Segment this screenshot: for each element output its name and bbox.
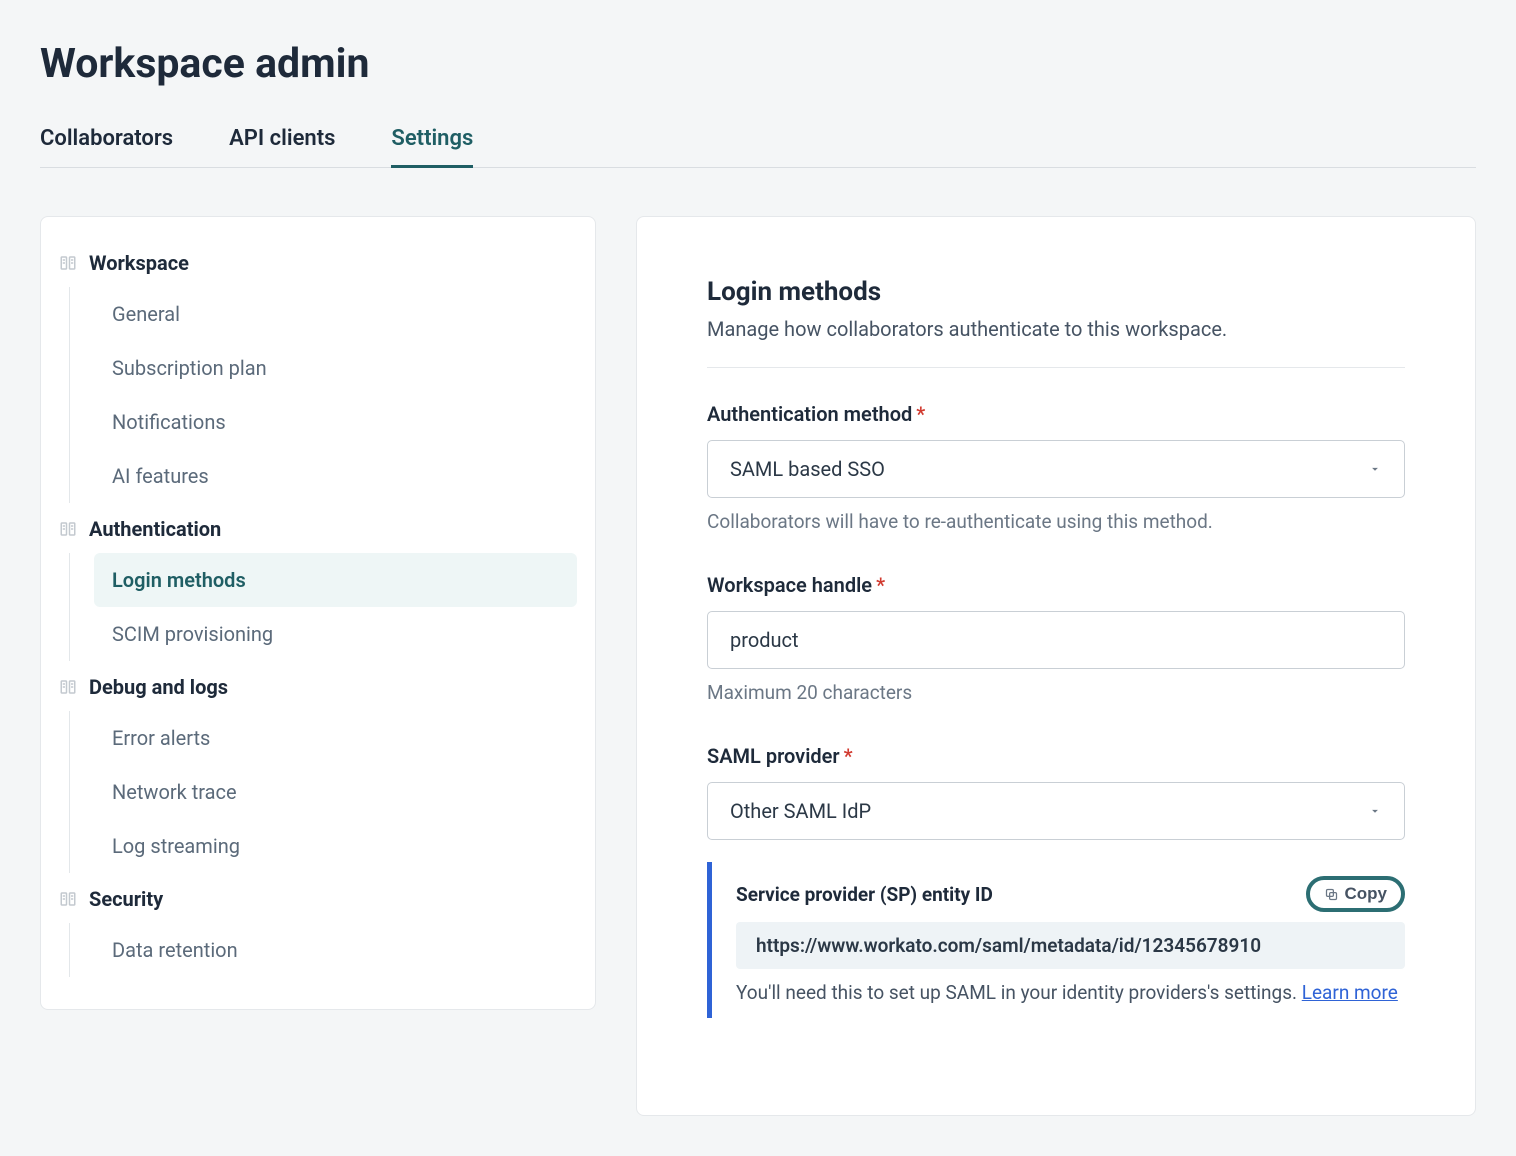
sidebar-item-data-retention[interactable]: Data retention <box>94 923 577 977</box>
sidebar-item-general[interactable]: General <box>94 287 577 341</box>
saml-provider-field: SAML provider* Other SAML IdP Service pr… <box>707 744 1405 1018</box>
sp-entity-block: Service provider (SP) entity ID Copy htt… <box>707 862 1405 1018</box>
sidebar-item-log-streaming[interactable]: Log streaming <box>94 819 577 873</box>
sidebar-group-label: Debug and logs <box>89 675 228 699</box>
divider <box>707 367 1405 368</box>
sidebar-group-authentication: Authentication Login methodsSCIM provisio… <box>59 509 577 661</box>
tab-collaborators[interactable]: Collaborators <box>40 126 173 167</box>
sidebar-group-debug-and-logs: Debug and logs Error alertsNetwork traceL… <box>59 667 577 873</box>
sp-entity-desc-text: You'll need this to set up SAML in your … <box>736 981 1302 1004</box>
auth-method-value: SAML based SSO <box>730 457 885 481</box>
sidebar-group-label: Authentication <box>89 517 221 541</box>
workspace-handle-label-text: Workspace handle <box>707 573 872 597</box>
building-icon <box>59 520 77 538</box>
tab-settings[interactable]: Settings <box>391 126 473 168</box>
settings-sidebar: Workspace GeneralSubscription planNotific… <box>40 216 596 1010</box>
required-marker: * <box>844 744 853 768</box>
sidebar-group-header: Authentication <box>59 509 577 553</box>
building-icon <box>59 678 77 696</box>
sidebar-item-ai-features[interactable]: AI features <box>94 449 577 503</box>
sidebar-item-subscription-plan[interactable]: Subscription plan <box>94 341 577 395</box>
sidebar-group-children: Data retention <box>69 923 577 977</box>
copy-button-label: Copy <box>1345 884 1388 904</box>
auth-method-field: Authentication method* SAML based SSO Co… <box>707 402 1405 533</box>
tab-api-clients[interactable]: API clients <box>229 126 335 167</box>
auth-method-label-text: Authentication method <box>707 402 912 426</box>
sidebar-item-error-alerts[interactable]: Error alerts <box>94 711 577 765</box>
sidebar-group-children: Login methodsSCIM provisioning <box>69 553 577 661</box>
settings-main: Login methods Manage how collaborators a… <box>636 216 1476 1116</box>
sidebar-item-scim-provisioning[interactable]: SCIM provisioning <box>94 607 577 661</box>
auth-method-label: Authentication method* <box>707 402 1405 426</box>
sidebar-group-children: Error alertsNetwork traceLog streaming <box>69 711 577 873</box>
sidebar-group-workspace: Workspace GeneralSubscription planNotific… <box>59 243 577 503</box>
required-marker: * <box>876 573 885 597</box>
sidebar-group-children: GeneralSubscription planNotificationsAI … <box>69 287 577 503</box>
sidebar-item-network-trace[interactable]: Network trace <box>94 765 577 819</box>
required-marker: * <box>916 402 925 426</box>
tabs: Collaborators API clients Settings <box>40 126 1476 168</box>
section-subtitle: Manage how collaborators authenticate to… <box>707 317 1405 341</box>
sidebar-group-header: Debug and logs <box>59 667 577 711</box>
saml-provider-label-text: SAML provider <box>707 744 840 768</box>
saml-provider-label: SAML provider* <box>707 744 1405 768</box>
learn-more-link[interactable]: Learn more <box>1302 981 1398 1004</box>
workspace-handle-label: Workspace handle* <box>707 573 1405 597</box>
sidebar-item-notifications[interactable]: Notifications <box>94 395 577 449</box>
sp-entity-desc: You'll need this to set up SAML in your … <box>736 981 1405 1004</box>
workspace-handle-helper: Maximum 20 characters <box>707 681 1405 704</box>
copy-button[interactable]: Copy <box>1306 876 1406 912</box>
sidebar-item-login-methods[interactable]: Login methods <box>94 553 577 607</box>
auth-method-select[interactable]: SAML based SSO <box>707 440 1405 498</box>
auth-method-helper: Collaborators will have to re-authentica… <box>707 510 1405 533</box>
page-title: Workspace admin <box>40 40 1476 88</box>
workspace-handle-field: Workspace handle* Maximum 20 characters <box>707 573 1405 704</box>
sp-entity-title: Service provider (SP) entity ID <box>736 883 993 906</box>
sidebar-group-label: Security <box>89 887 163 911</box>
chevron-down-icon <box>1368 462 1382 476</box>
sp-entity-url: https://www.workato.com/saml/metadata/id… <box>736 922 1405 969</box>
sidebar-group-header: Workspace <box>59 243 577 287</box>
chevron-down-icon <box>1368 804 1382 818</box>
copy-icon <box>1324 887 1339 902</box>
building-icon <box>59 890 77 908</box>
building-icon <box>59 254 77 272</box>
sidebar-group-security: Security Data retention <box>59 879 577 977</box>
sidebar-group-label: Workspace <box>89 251 189 275</box>
saml-provider-select[interactable]: Other SAML IdP <box>707 782 1405 840</box>
workspace-handle-input[interactable] <box>707 611 1405 669</box>
section-title: Login methods <box>707 277 1405 307</box>
sidebar-group-header: Security <box>59 879 577 923</box>
saml-provider-value: Other SAML IdP <box>730 799 871 823</box>
